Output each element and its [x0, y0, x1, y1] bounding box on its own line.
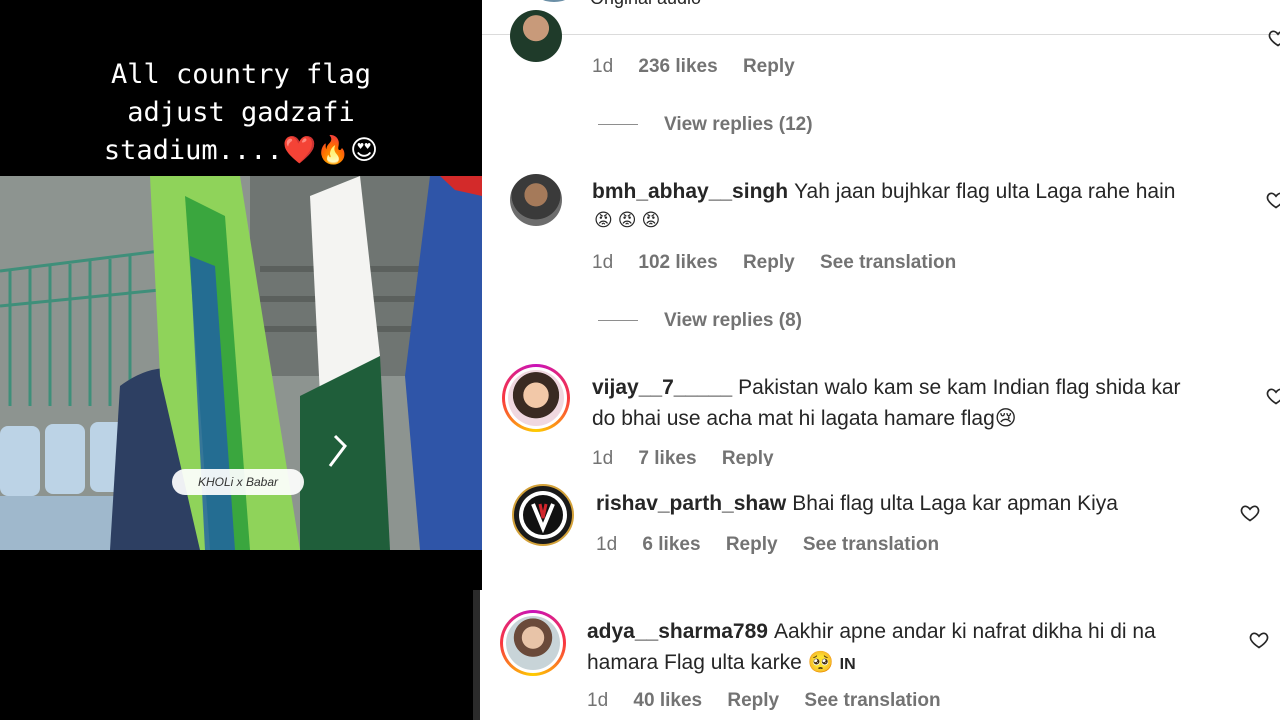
- view-replies-label: View replies (8): [664, 310, 802, 331]
- comment-likes[interactable]: 102 likes: [638, 252, 717, 273]
- heart-icon[interactable]: [1266, 386, 1280, 406]
- caption-emojis: ❤️🔥😍: [282, 135, 379, 166]
- video-watermark: KHOLi x Babar: [172, 469, 304, 495]
- comment-username[interactable]: adya__sharma789: [587, 620, 768, 643]
- comments-panel[interactable]: Original audio 1d 236 likes Reply View r…: [482, 0, 1280, 466]
- heart-icon[interactable]: [1240, 503, 1260, 523]
- comment-username[interactable]: bmh_abhay__singh: [592, 180, 788, 203]
- comment-time: 1d: [587, 690, 609, 711]
- reply-button[interactable]: Reply: [743, 56, 795, 77]
- comment-text: Pakistan walo kam se kam Indian flag shi…: [738, 376, 1181, 399]
- comment-meta: 1d 7 likes Reply: [592, 448, 794, 466]
- comment-meta: 1d 6 likes Reply See translation: [596, 534, 959, 556]
- video-caption: All country flag adjust gadzafi stadium.…: [0, 56, 482, 170]
- view-replies-button[interactable]: View replies (8): [598, 310, 802, 332]
- comments-panel-snippet[interactable]: adya__sharma789 Aakhir apne andar ki nafr…: [480, 590, 1280, 720]
- reply-button[interactable]: Reply: [743, 252, 795, 273]
- caption-line-3: stadium....: [103, 135, 283, 166]
- comment-username[interactable]: rishav_parth_shaw: [596, 492, 786, 515]
- comment-likes[interactable]: 7 likes: [638, 448, 696, 466]
- heart-icon[interactable]: [1249, 630, 1269, 650]
- audio-label[interactable]: Original audio: [590, 0, 701, 9]
- caption-line-2: adjust gadzafi: [127, 97, 355, 128]
- avatar[interactable]: [510, 174, 562, 226]
- view-replies-label: View replies (12): [664, 114, 813, 135]
- comment-time: 1d: [592, 56, 614, 77]
- comment-emoji: 😢: [994, 407, 1017, 430]
- comment-text: Aakhir apne andar ki nafrat dikha hi di …: [773, 620, 1156, 643]
- comment-likes[interactable]: 6 likes: [642, 534, 700, 555]
- reply-button[interactable]: Reply: [726, 534, 778, 555]
- comment-text-line2: do bhai use acha mat hi lagata hamare fl…: [592, 407, 995, 430]
- comment-text: Bhai flag ulta Laga kar apman Kiya: [792, 492, 1118, 515]
- comment-text: Yah jaan bujhkar flag ulta Laga rahe hai…: [794, 180, 1176, 203]
- reply-button[interactable]: Reply: [722, 448, 774, 466]
- comments-panel-snippet[interactable]: rishav_parth_shaw Bhai flag ulta Laga kar…: [490, 466, 1280, 590]
- video-frame[interactable]: KHOLi x Babar: [0, 176, 482, 550]
- panel-edge: [473, 590, 480, 720]
- heart-icon[interactable]: [1266, 190, 1280, 210]
- avatar[interactable]: [534, 0, 574, 2]
- comment-body: rishav_parth_shaw Bhai flag ulta Laga kar…: [596, 488, 1118, 519]
- comment-likes[interactable]: 236 likes: [638, 56, 717, 77]
- caption-line-1: All country flag: [110, 59, 372, 90]
- comment-meta: 1d 102 likes Reply See translation: [592, 252, 976, 274]
- comment-likes[interactable]: 40 likes: [633, 690, 702, 711]
- comment-emojis: 😡 😡 😡: [594, 210, 661, 230]
- see-translation-button[interactable]: See translation: [803, 534, 939, 555]
- avatar[interactable]: [510, 10, 562, 62]
- avatar[interactable]: [502, 364, 570, 432]
- heart-icon[interactable]: [1268, 28, 1280, 48]
- comment-meta: 1d 236 likes Reply: [592, 56, 815, 78]
- comment-username[interactable]: vijay__7_____: [592, 376, 732, 399]
- view-replies-button[interactable]: View replies (12): [598, 114, 813, 136]
- comment-emoji: 🥺: [807, 651, 834, 674]
- comment-body: bmh_abhay__singh Yah jaan bujhkar flag ul…: [592, 176, 1175, 207]
- video-panel[interactable]: All country flag adjust gadzafi stadium.…: [0, 0, 482, 720]
- divider: [482, 34, 1280, 35]
- avatar[interactable]: [512, 484, 574, 546]
- see-translation-button[interactable]: See translation: [820, 252, 956, 273]
- comment-text-line2: hamara Flag ulta karke: [587, 651, 802, 674]
- comment-meta-clip: 1d 7 likes Reply: [592, 446, 992, 466]
- comment-body: adya__sharma789 Aakhir apne andar ki nafr…: [587, 616, 1156, 680]
- avatar[interactable]: [500, 610, 566, 676]
- see-translation-button[interactable]: See translation: [804, 690, 940, 711]
- comment-body: vijay__7_____ Pakistan walo kam se kam In…: [592, 372, 1181, 434]
- avatar-logo: [519, 491, 567, 539]
- comment-time: 1d: [592, 448, 614, 466]
- comment-meta: 1d 40 likes Reply See translation: [587, 690, 961, 712]
- reply-button[interactable]: Reply: [727, 690, 779, 711]
- comment-time: 1d: [596, 534, 618, 555]
- comment-time: 1d: [592, 252, 614, 273]
- comment-suffix: IN: [839, 656, 856, 673]
